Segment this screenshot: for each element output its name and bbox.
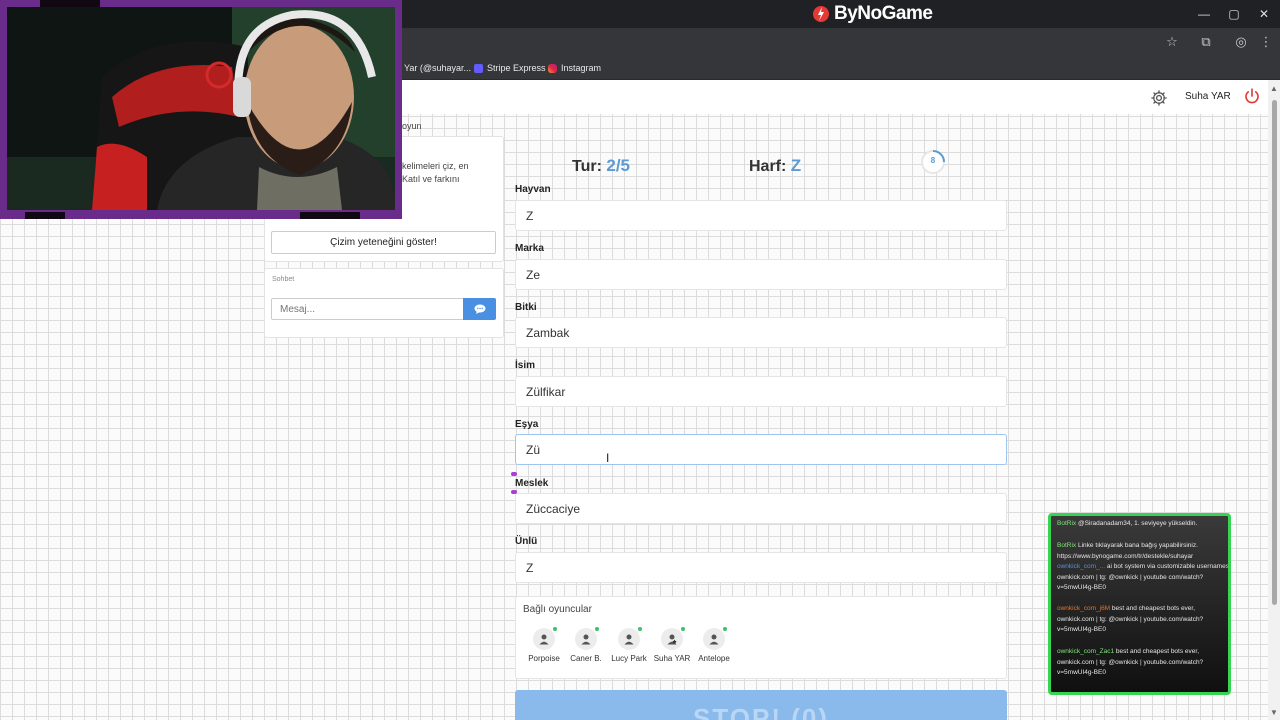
scroll-up-icon[interactable]: ▲	[1270, 84, 1278, 93]
player-item[interactable]: Antelope	[686, 627, 742, 663]
chat-message: ownkick_com_... ai bot system via custom…	[1057, 562, 1228, 594]
brand-name: ByNoGame	[834, 3, 933, 24]
user-avatar-icon	[661, 627, 685, 650]
online-status-icon	[553, 627, 557, 631]
gear-icon[interactable]	[1150, 89, 1168, 107]
chat-message: BotRix Linke tıklayarak bana bağış yapab…	[1057, 541, 1228, 562]
field-label-isim: İsim	[515, 360, 536, 371]
chat-send-button[interactable]	[463, 298, 496, 320]
chat-message: ownkick_com_j6M best and cheapest bots e…	[1057, 604, 1228, 636]
field-label-hayvan: Hayvan	[515, 184, 551, 195]
field-label-esya: Eşya	[515, 419, 539, 430]
show-drawing-button[interactable]: Çizim yeteneğini göster!	[271, 231, 496, 254]
user-avatar-icon	[575, 627, 599, 650]
field-label-marka: Marka	[515, 243, 544, 254]
stop-button-label: STOP! (0)	[693, 703, 829, 720]
stripe-icon	[474, 63, 483, 73]
field-input-esya[interactable]	[515, 434, 1007, 465]
menu-icon[interactable]: ⋮	[1258, 34, 1274, 50]
chat-username: ownkick_com_Zac1	[1057, 648, 1115, 655]
stream-chat-overlay: BotRix @Siradanadam34, 1. seviyeye yükse…	[1048, 513, 1231, 695]
instagram-icon	[548, 63, 557, 73]
chat-username: ownkick_com_j6M	[1057, 605, 1111, 612]
bookmark-item[interactable]: Instagram	[548, 60, 601, 76]
field-input-marka[interactable]	[515, 259, 1007, 290]
close-icon[interactable]: ✕	[1248, 0, 1280, 28]
brand-logo: ByNoGame	[812, 3, 933, 25]
user-avatar-icon	[533, 627, 557, 650]
minimize-icon[interactable]: —	[1188, 0, 1220, 28]
field-input-bitki[interactable]	[515, 317, 1007, 348]
round-value: 2/5	[606, 156, 631, 175]
chat-text: Linke tıklayarak bana bağış yapabilirsin…	[1057, 542, 1198, 560]
chat-username: ownkick_com_...	[1057, 563, 1106, 570]
chat-message: BotRix @Siradanadam34, 1. seviyeye yükse…	[1057, 519, 1228, 530]
field-label-bitki: Bitki	[515, 302, 537, 313]
countdown-timer: 8	[920, 149, 946, 175]
chat-username: BotRix	[1057, 520, 1077, 527]
webcam-overlay	[0, 0, 402, 219]
bookmark-item[interactable]: Stripe Express	[474, 60, 546, 76]
online-status-icon	[681, 627, 685, 631]
scroll-down-icon[interactable]: ▼	[1270, 708, 1278, 717]
round-indicator: Tur: 2/5	[572, 156, 630, 176]
game-description: kelimeleri çiz, en	[402, 161, 469, 171]
chat-username: BotRix	[1057, 542, 1077, 549]
online-status-icon	[723, 627, 727, 631]
user-avatar-icon	[618, 627, 642, 650]
brand-mark-icon	[813, 6, 829, 22]
streamer-video-illustration	[7, 7, 395, 210]
player-name: Antelope	[698, 654, 730, 663]
power-icon[interactable]	[1243, 87, 1261, 105]
connected-players-title: Bağlı oyuncular	[523, 604, 592, 615]
extensions-icon[interactable]: ⧉	[1198, 34, 1214, 50]
timer-value: 8	[930, 156, 936, 165]
chat-bubble-icon	[474, 304, 485, 314]
webcam-feed	[7, 7, 395, 210]
chat-title: Sohbet	[272, 276, 295, 283]
text-cursor-icon: I	[606, 451, 610, 465]
scrollbar-thumb[interactable]	[1272, 100, 1277, 605]
online-status-icon	[638, 627, 642, 631]
online-status-icon	[595, 627, 599, 631]
letter-label: Harf:	[749, 158, 787, 175]
field-label-unlu: Ünlü	[515, 536, 538, 547]
field-input-isim[interactable]	[515, 376, 1007, 407]
marker-dot	[511, 472, 517, 476]
field-input-unlu[interactable]	[515, 552, 1007, 583]
chat-message-input[interactable]	[271, 298, 464, 320]
site-header	[402, 80, 1268, 114]
chat-text: @Siradanadam34, 1. seviyeye yükseldin.	[1077, 520, 1198, 527]
chat-message: ownkick_com_Zac1 best and cheapest bots …	[1057, 647, 1228, 679]
letter-value: Z	[790, 156, 802, 175]
field-label-meslek: Meslek	[515, 478, 549, 489]
game-description: oyun	[402, 121, 422, 131]
letter-indicator: Harf: Z	[749, 156, 801, 176]
field-input-meslek[interactable]	[515, 493, 1007, 524]
field-input-hayvan[interactable]	[515, 200, 1007, 231]
round-label: Tur:	[572, 158, 602, 175]
profile-icon[interactable]: ◎	[1233, 34, 1249, 50]
user-name[interactable]: Suha YAR	[1185, 91, 1231, 102]
game-description: Katıl ve farkını	[402, 174, 460, 184]
stop-button[interactable]: STOP! (0)	[515, 690, 1007, 720]
bookmark-item[interactable]: Yar (@suhayar...	[404, 60, 471, 76]
maximize-icon[interactable]: ▢	[1218, 0, 1250, 28]
star-icon[interactable]: ☆	[1164, 34, 1180, 50]
user-avatar-icon	[703, 627, 727, 650]
